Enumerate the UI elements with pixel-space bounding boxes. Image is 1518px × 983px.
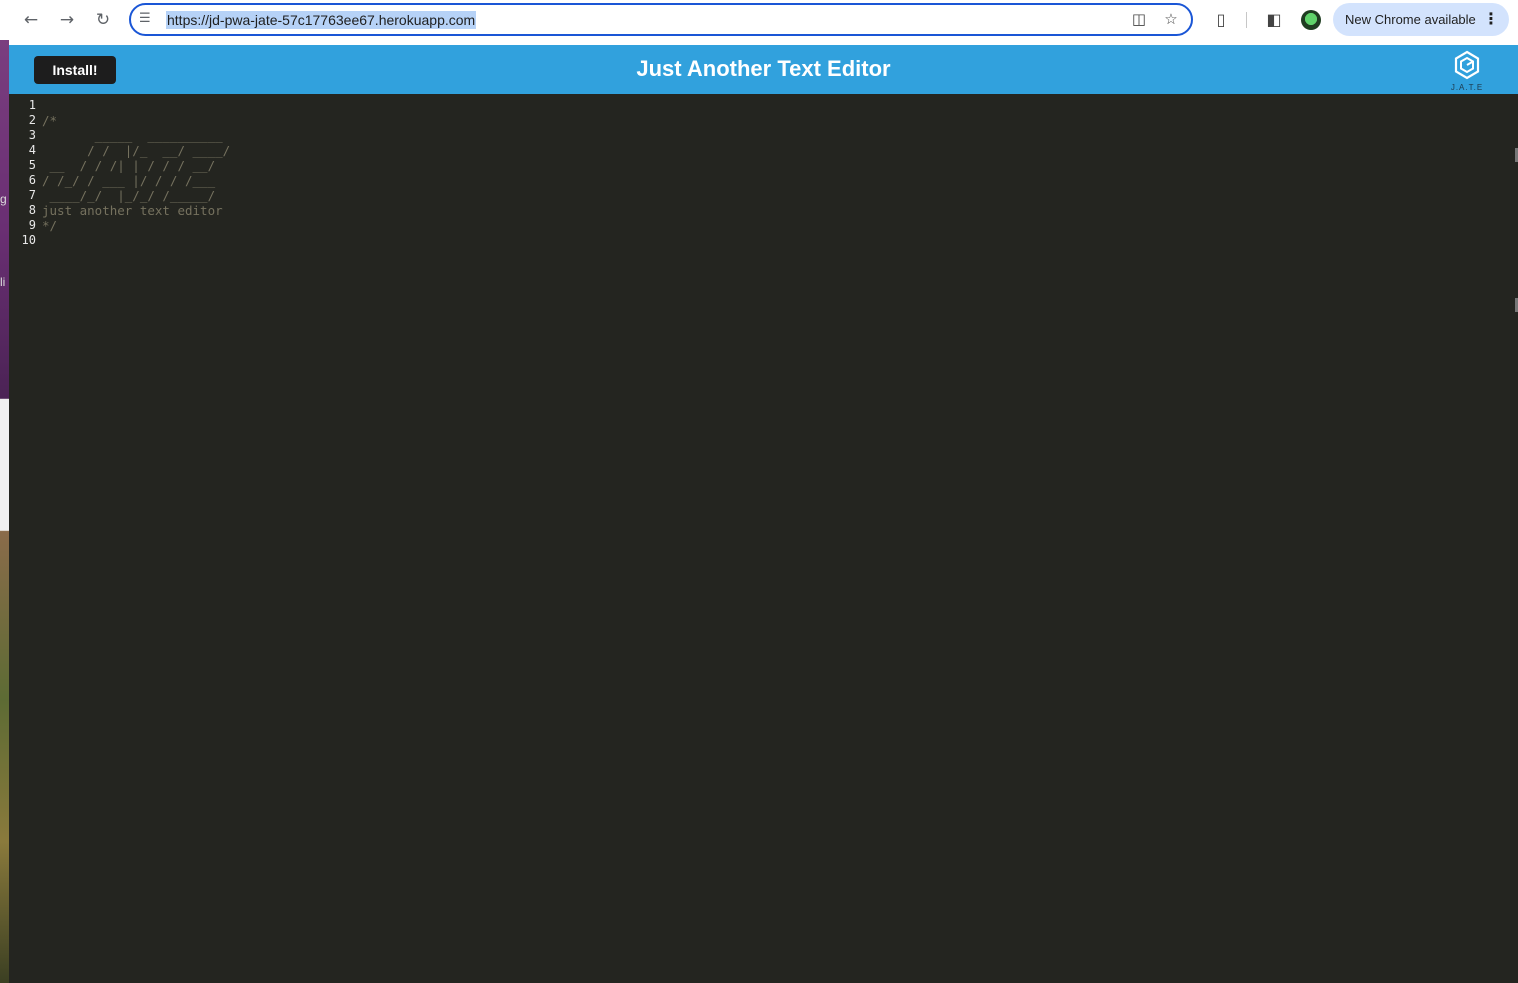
line-number: 2	[28, 113, 36, 127]
address-bar[interactable]: ☰ https://jd-pwa-jate-57c17763ee67.herok…	[129, 3, 1193, 36]
line-number: 1	[28, 98, 36, 112]
line-number: 10	[21, 233, 36, 247]
arrow-right-icon: →	[59, 10, 75, 30]
code-line[interactable]: _____ __________	[42, 128, 230, 143]
code-line[interactable]	[42, 233, 230, 248]
code-line[interactable]: __ / / /| | / / / __/	[42, 158, 230, 173]
toolbar-divider	[1246, 12, 1247, 28]
update-label: New Chrome available	[1345, 12, 1476, 27]
line-number: 5	[28, 158, 36, 172]
reload-button[interactable]: ↻	[91, 8, 115, 32]
line-number: 9	[28, 218, 36, 232]
code-line[interactable]: just another text editor	[42, 203, 230, 218]
line-number: 8	[28, 203, 36, 217]
jate-logo: J.A.T.E	[1441, 49, 1493, 92]
hexagon-logo-icon	[1454, 50, 1480, 80]
avatar[interactable]	[1301, 10, 1321, 30]
line-number: 4	[28, 143, 36, 157]
url-text[interactable]: https://jd-pwa-jate-57c17763ee67.herokua…	[166, 11, 477, 29]
line-number-gutter: 1 2 3 4 5 6 7 8 9 10	[9, 98, 36, 248]
browser-toolbar: ← → ↻ ☰ https://jd-pwa-jate-57c17763ee67…	[0, 0, 1518, 40]
line-number: 7	[28, 188, 36, 202]
puzzle-icon[interactable]: ▯	[1209, 8, 1233, 32]
install-app-icon[interactable]: ◫	[1129, 10, 1149, 30]
kebab-icon[interactable]: ⋮	[1483, 9, 1499, 28]
desktop-text-fragment: g	[0, 192, 7, 206]
code-line[interactable]: / /_/ / ___ |/ / / /___	[42, 173, 230, 188]
reload-icon: ↻	[95, 10, 111, 30]
desktop-text-fragment: li	[0, 275, 6, 289]
code-line[interactable]: ____/_/ |_/_/ /_____/	[42, 188, 230, 203]
code-content[interactable]: /* _____ __________ / / |/_ __/ ____/ __…	[42, 98, 230, 248]
code-line[interactable]	[42, 98, 230, 113]
page-title: Just Another Text Editor	[636, 56, 891, 81]
desktop-background: g li	[0, 40, 9, 983]
forward-button[interactable]: →	[55, 8, 79, 32]
line-number: 6	[28, 173, 36, 187]
tune-icon[interactable]: ☰	[139, 11, 157, 29]
app-header: Install! Just Another Text Editor J.A.T.…	[9, 45, 1518, 94]
screen: g li ← → ↻ ☰ https://jd-pwa-jate-57c1776…	[0, 0, 1518, 983]
chrome-update-button[interactable]: New Chrome available ⋮	[1333, 3, 1509, 36]
star-icon[interactable]: ☆	[1161, 10, 1181, 30]
code-editor[interactable]: 1 2 3 4 5 6 7 8 9 10 /* _____ __________…	[9, 94, 1518, 983]
logo-label: J.A.T.E	[1450, 83, 1484, 92]
side-panel-icon[interactable]: ◧	[1262, 8, 1286, 32]
code-line[interactable]: */	[42, 218, 230, 233]
back-button[interactable]: ←	[19, 8, 43, 32]
line-number: 3	[28, 128, 36, 142]
code-line[interactable]: / / |/_ __/ ____/	[42, 143, 230, 158]
arrow-left-icon: ←	[23, 10, 39, 30]
code-line[interactable]: /*	[42, 113, 230, 128]
